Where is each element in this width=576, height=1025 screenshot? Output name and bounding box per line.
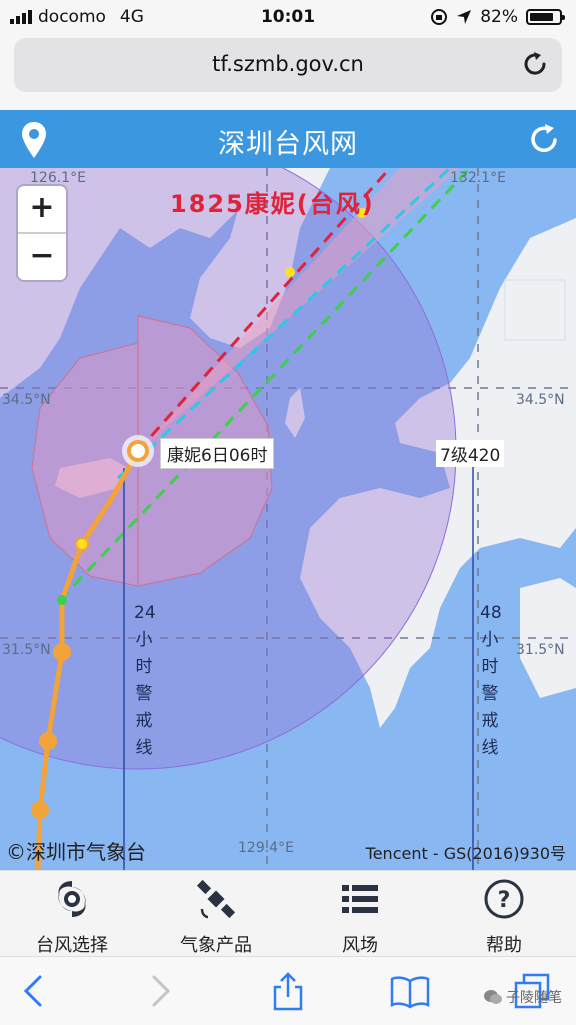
- tab-label: 台风选择: [36, 935, 108, 956]
- warning-24h-label: 24 小 时 警 戒 线: [134, 600, 156, 762]
- warning-48h-char: 时: [481, 657, 499, 677]
- coord-lat-lower-right: 31.5°N: [516, 642, 565, 658]
- track-point: [39, 732, 57, 750]
- bottom-tab-bar: 台风选择 气象产品 风场 ? 帮助: [0, 870, 576, 957]
- coord-lat-upper-right: 34.5°N: [516, 392, 565, 408]
- typhoon-icon: [58, 881, 86, 917]
- track-point: [53, 643, 71, 661]
- tab-help[interactable]: ? 帮助: [444, 877, 564, 957]
- address-bar[interactable]: tf.szmb.gov.cn: [14, 38, 562, 92]
- zoom-out-button[interactable]: −: [18, 234, 66, 280]
- coord-lat-upper-left: 34.5°N: [2, 392, 51, 408]
- zoom-in-button[interactable]: +: [18, 186, 66, 232]
- help-icon: ?: [484, 879, 524, 919]
- back-icon[interactable]: [14, 971, 54, 1011]
- wind-radius-label: 7级420: [436, 440, 505, 467]
- bookmarks-icon[interactable]: [390, 971, 430, 1011]
- refresh-icon[interactable]: [526, 121, 562, 157]
- watermark-text: 子陵随笔: [506, 990, 562, 1006]
- svg-text:?: ?: [498, 888, 511, 913]
- coord-lon-bottom: 129.4°E: [238, 840, 294, 856]
- location-icon: [457, 10, 472, 24]
- tab-typhoon-select[interactable]: 台风选择: [12, 877, 132, 957]
- coord-lat-lower-left: 31.5°N: [2, 642, 51, 658]
- warning-48h-char: 戒: [481, 711, 499, 731]
- track-point: [75, 537, 89, 551]
- track-point: [31, 801, 49, 819]
- warning-24h-char: 线: [135, 738, 153, 758]
- warning-48h-char: 线: [481, 738, 499, 758]
- map-copyright: ©深圳市气象台: [6, 840, 146, 864]
- satellite-icon: [196, 879, 236, 919]
- coord-lon-top-left: 126.1°E: [30, 170, 86, 186]
- forecast-point: [285, 267, 295, 277]
- watermark: 子陵随笔: [484, 987, 562, 1007]
- warning-48h-char: 警: [481, 684, 499, 704]
- storm-title: 1825康妮(台风): [170, 190, 375, 218]
- warning-24h-char: 戒: [135, 711, 153, 731]
- tab-label: 帮助: [486, 935, 522, 956]
- reload-icon[interactable]: [520, 49, 550, 79]
- site-header: 深圳台风网: [0, 110, 576, 168]
- url-text: tf.szmb.gov.cn: [212, 52, 364, 76]
- browser-toolbar: 子陵随笔: [0, 956, 576, 1025]
- tab-weather-products[interactable]: 气象产品: [156, 877, 276, 957]
- warning-48h-char: 小: [481, 630, 499, 650]
- track-point: [57, 595, 67, 605]
- warning-24h-char: 小: [135, 630, 153, 650]
- map-canvas[interactable]: [0, 168, 576, 870]
- site-title: 深圳台风网: [218, 129, 358, 160]
- forward-icon[interactable]: [140, 971, 180, 1011]
- battery-icon: [526, 9, 565, 25]
- typhoon-map[interactable]: + − 1825康妮(台风) 126.1°E 132.1°E 129.4°E 3…: [0, 168, 576, 870]
- tab-wind-field[interactable]: 风场: [300, 877, 420, 957]
- tab-label: 气象产品: [180, 935, 252, 956]
- coord-lon-top-right: 132.1°E: [450, 170, 506, 186]
- tab-label: 风场: [342, 935, 378, 956]
- warning-48h-label: 48 小 时 警 戒 线: [480, 600, 502, 762]
- status-right: 82%: [430, 7, 565, 27]
- warning-24h-char: 警: [135, 684, 153, 704]
- orientation-lock-icon: [431, 9, 448, 25]
- share-icon[interactable]: [268, 971, 308, 1011]
- battery-percent: 82%: [480, 7, 518, 27]
- zoom-control: + −: [18, 186, 66, 280]
- position-tooltip: 康妮6日06时: [160, 438, 275, 469]
- warning-24h-char: 时: [135, 657, 153, 677]
- warning-48h-number: 48: [480, 603, 502, 623]
- status-bar: docomo 4G 10:01 82%: [0, 0, 576, 34]
- warning-24h-number: 24: [134, 603, 156, 623]
- wechat-icon: [484, 990, 502, 1004]
- current-position-marker: [127, 440, 149, 462]
- list-icon: [342, 885, 378, 913]
- map-attribution: Tencent - GS(2016)930号: [365, 844, 566, 863]
